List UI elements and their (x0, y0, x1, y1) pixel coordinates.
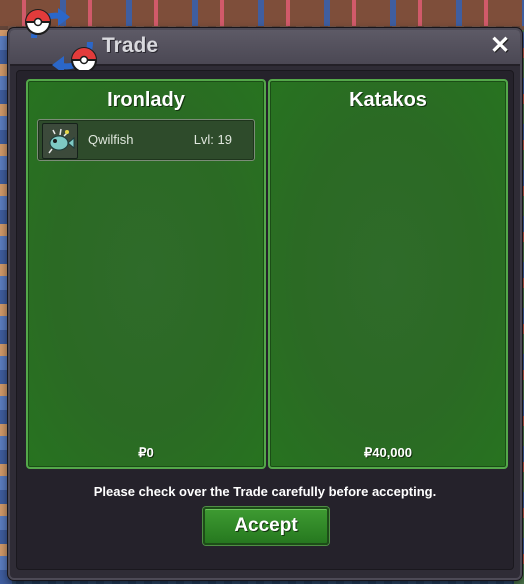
trade-notice: Please check over the Trade carefully be… (93, 484, 437, 499)
item-name: Qwilfish (88, 132, 134, 147)
close-icon[interactable]: ✕ (488, 34, 512, 58)
item-level: Lvl: 19 (193, 132, 232, 147)
window-title: Trade (102, 34, 159, 57)
left-money: ₽0 (138, 445, 154, 460)
left-trade-panel: Ironlady Qwilfish Lvl: 19 ₽0 (26, 79, 266, 469)
trade-pokeball-arrows-icon (25, 8, 97, 74)
right-money: ₽40,000 (363, 445, 413, 460)
accept-button[interactable]: Accept (203, 507, 329, 545)
right-player-name: Katakos (349, 89, 427, 111)
trade-item-row[interactable]: Qwilfish Lvl: 19 (37, 119, 255, 161)
right-trade-panel: Katakos ₽40,000 (268, 79, 508, 469)
trade-body: Ironlady Qwilfish Lvl: 19 ₽0 Katakos ₽40… (16, 70, 514, 570)
trade-window: Trade ✕ Ironlady Qwilfish Lvl: 19 ₽0 Kat… (8, 8, 522, 580)
left-player-name: Ironlady (107, 89, 185, 111)
qwilfish-icon (42, 123, 78, 159)
